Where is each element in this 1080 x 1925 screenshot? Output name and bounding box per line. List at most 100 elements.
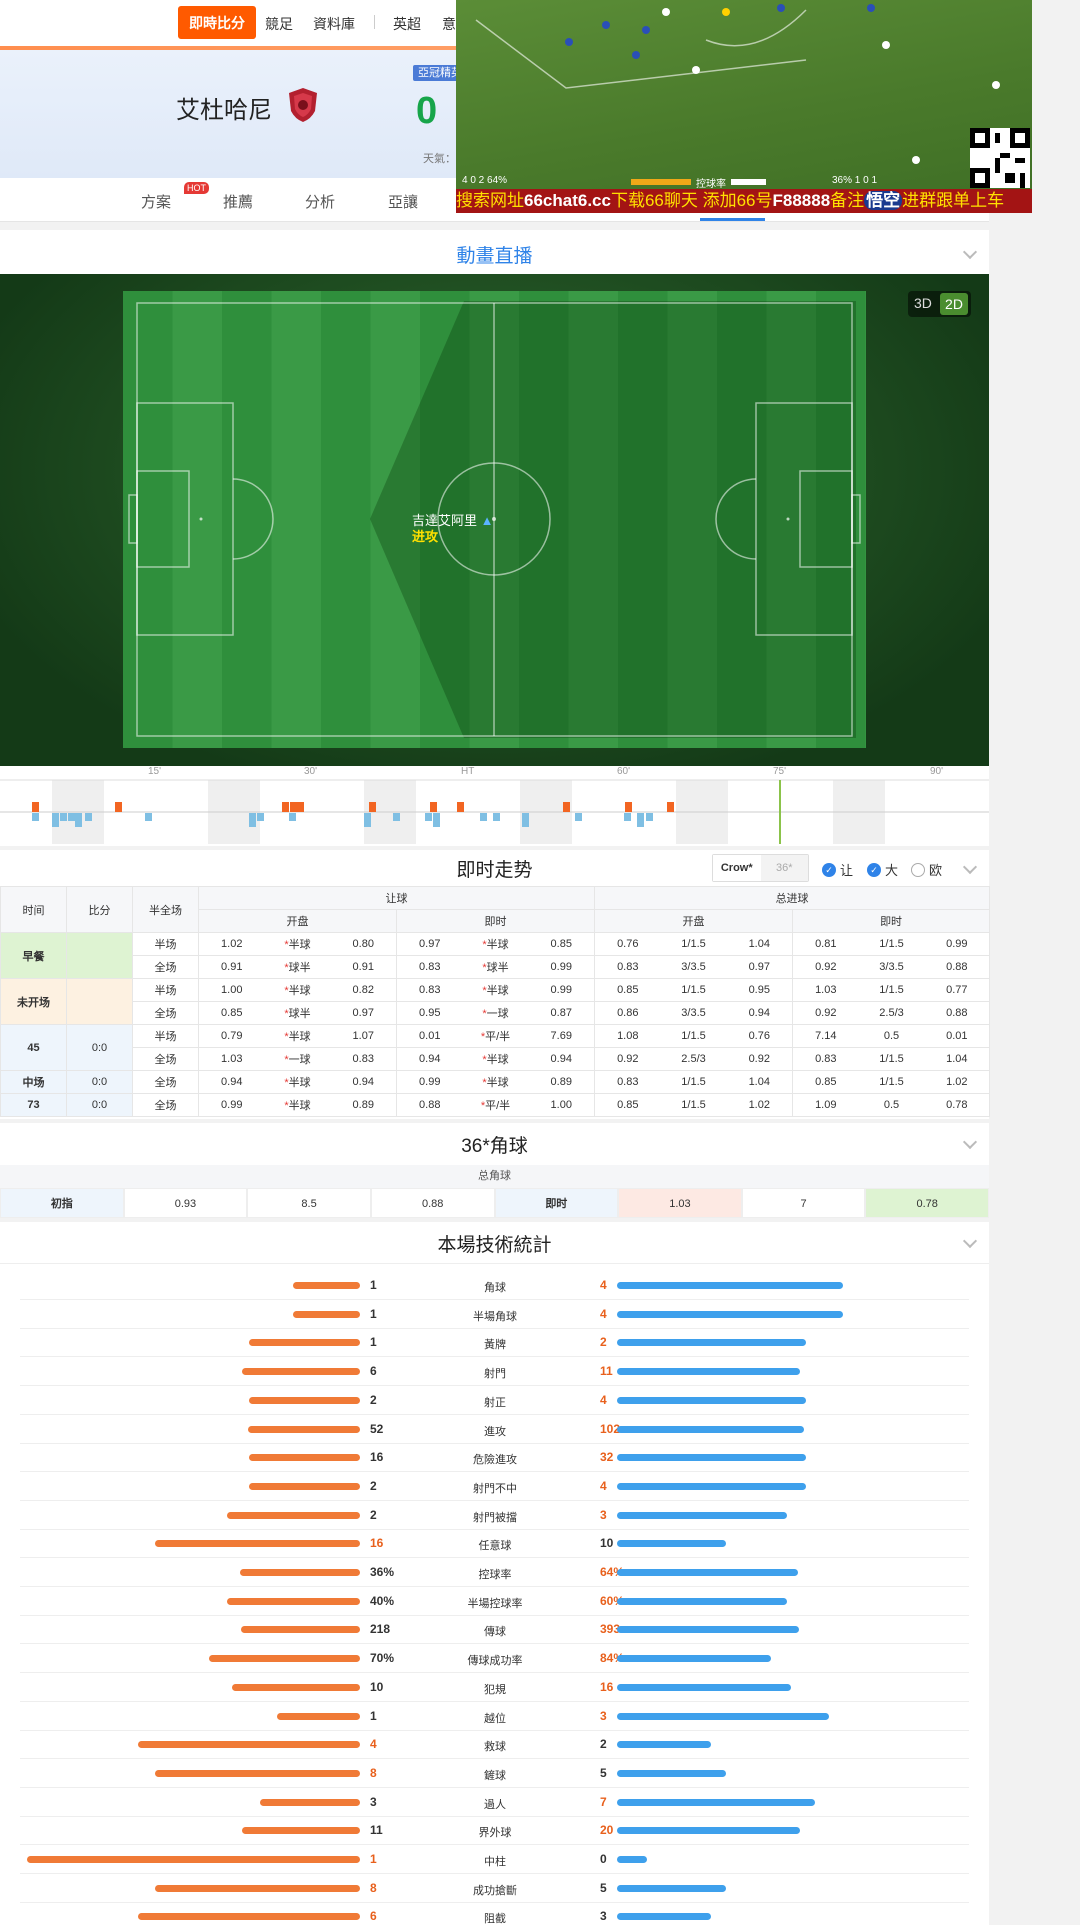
stat-row: 1 角球 4 [0, 1272, 989, 1300]
odds-score: 0:0 [66, 1093, 133, 1117]
stat-home-value: 40% [370, 1593, 395, 1608]
odds-time: 73 [0, 1093, 67, 1117]
stat-bar-home [155, 1769, 360, 1777]
possession-bar-away [731, 179, 766, 185]
stat-home-value: 8 [370, 1880, 377, 1895]
stat-bar-away [617, 1798, 816, 1806]
odds-time: 中场 [0, 1070, 67, 1094]
odds-cell: 0.01 [396, 1024, 463, 1048]
stat-bar-home [231, 1683, 360, 1691]
animation-title: 動畫直播 [456, 245, 533, 267]
stat-home-value: 1 [370, 1708, 377, 1723]
odds-cell: 1.00 [198, 978, 265, 1002]
animation-section-header[interactable]: 動畫直播 [0, 230, 989, 278]
bookmaker-toggle[interactable]: Crow* 36* [712, 854, 809, 882]
odds-cell: 0.97 [330, 1001, 397, 1025]
check-icon: ✓ [822, 862, 836, 877]
stat-name: 過人 [484, 1798, 506, 1811]
stat-home-value: 8 [370, 1765, 377, 1780]
bookmaker-36[interactable]: 36* [760, 855, 808, 881]
chevron-down-icon[interactable] [962, 1233, 978, 1249]
live-video-player[interactable]: 4 0 2 64% 控球率 36% 1 0 1 搜索网址66chat6.cc下载… [456, 0, 1032, 213]
home-team-logo [289, 88, 317, 122]
tab-recommend[interactable]: 推薦 [223, 191, 253, 212]
nav-item-jingzu[interactable]: 競足 [265, 14, 293, 34]
chevron-down-icon[interactable] [962, 244, 978, 260]
nav-item-serie-a[interactable]: 意 [442, 14, 456, 34]
odds-half: 半场 [132, 932, 199, 956]
stat-bar-home [27, 1856, 360, 1863]
option-european[interactable]: 欧 [911, 860, 942, 879]
mode-3d-button[interactable]: 3D [914, 295, 932, 311]
nav-divider [374, 15, 375, 29]
odds-cell: 1/1.5 [660, 1093, 727, 1117]
stat-name: 傳球 [484, 1626, 506, 1639]
odds-cell: 1/1.5 [660, 932, 727, 956]
video-ad-banner[interactable]: 搜索网址66chat6.cc下载66聊天 添加66号F88888备注 悟空 进群跟单… [456, 189, 1032, 213]
stat-away-value: 2 [600, 1335, 607, 1350]
odds-cell: 0.76 [594, 932, 661, 956]
odds-table: 时间 比分 半全场 让球 总进球 开盘 即时 开盘 即时 早餐 半场 1.02 *半球… [0, 886, 991, 1117]
odds-cell: 1.02 [198, 932, 265, 956]
stat-row: 1 黃牌 2 [0, 1329, 989, 1358]
stat-name: 半場控球率 [467, 1597, 523, 1610]
tab-analysis[interactable]: 分析 [305, 191, 335, 212]
view-mode-toggle[interactable]: 3D 2D [908, 291, 971, 317]
tab-asian-handicap[interactable]: 亞讓 [388, 191, 418, 212]
home-team-name[interactable]: 艾杜哈尼 [176, 90, 272, 125]
odds-cell: 0.83 [594, 955, 661, 979]
nav-item-database[interactable]: 資料庫 [313, 14, 355, 34]
odds-cell: *球半 [264, 1001, 331, 1025]
stat-away-value: 11 [600, 1364, 613, 1379]
stat-home-value: 2 [370, 1392, 377, 1407]
odds-cell: 1/1.5 [858, 1070, 925, 1094]
mode-2d-button[interactable]: 2D [940, 293, 968, 315]
odds-half: 全场 [132, 955, 199, 979]
stat-name: 成功搶斷 [473, 1884, 517, 1897]
col-header-total-goals: 总进球 [594, 886, 991, 910]
stat-name: 阻截 [484, 1913, 506, 1925]
stat-bar-away [617, 1339, 806, 1347]
stat-row: 36% 控球率 64% [0, 1559, 989, 1587]
odds-cell: 0.83 [396, 955, 463, 979]
stat-away-value: 16 [600, 1679, 614, 1694]
corner-title: 36*角球 [461, 1135, 528, 1157]
option-over-under[interactable]: ✓ 大 [867, 860, 898, 879]
chevron-down-icon[interactable] [962, 1134, 978, 1150]
nav-item-premier-league[interactable]: 英超 [393, 14, 421, 34]
option-handicap[interactable]: ✓ 让 [822, 860, 853, 879]
odds-cell: 1.04 [726, 1070, 794, 1094]
stats-section-header: 本場技術統計 [0, 1222, 989, 1264]
tab-plans[interactable]: 方案 [141, 191, 171, 212]
event-timeline: 15' 30' HT 60' 75' 90' [0, 766, 989, 846]
stat-bar-home [293, 1282, 360, 1289]
stat-row: 11 界外球 20 [0, 1817, 989, 1846]
stat-bar-away [617, 1626, 800, 1634]
bookmaker-crow[interactable]: Crow* [713, 855, 761, 881]
odds-cell: 1/1.5 [660, 1024, 727, 1048]
chevron-down-icon[interactable] [962, 859, 978, 875]
timeline-tick: 30' [304, 766, 318, 777]
stat-name: 射門 [484, 1368, 506, 1381]
stat-bar-home [249, 1482, 360, 1490]
stat-name: 任意球 [478, 1540, 512, 1553]
stat-bar-home [240, 1569, 360, 1576]
stat-bar-home [155, 1884, 360, 1892]
corner-cell: 初指 [0, 1188, 124, 1218]
stat-bar-home [260, 1798, 360, 1806]
timeline-away-event [145, 813, 152, 821]
timeline-away-event [624, 813, 631, 821]
stat-name: 控球率 [478, 1569, 512, 1581]
odds-cell: 3/3.5 [660, 955, 727, 979]
nav-live-score-button[interactable]: 即時比分 [178, 6, 256, 39]
section-gap [0, 222, 989, 230]
stat-bar-home [249, 1396, 360, 1404]
timeline-tick: 60' [617, 766, 631, 777]
odds-cell: 0.83 [330, 1047, 397, 1071]
stat-home-value: 36% [370, 1565, 395, 1579]
odds-cell: 0.85 [594, 1093, 661, 1117]
timeline-away-event [480, 813, 487, 821]
timeline-home-event [282, 802, 289, 812]
corner-section-header: 36*角球 [0, 1123, 989, 1165]
corner-odds-row: 初指 0.93 8.5 0.88 即时 1.03 7 0.78 [0, 1188, 989, 1218]
